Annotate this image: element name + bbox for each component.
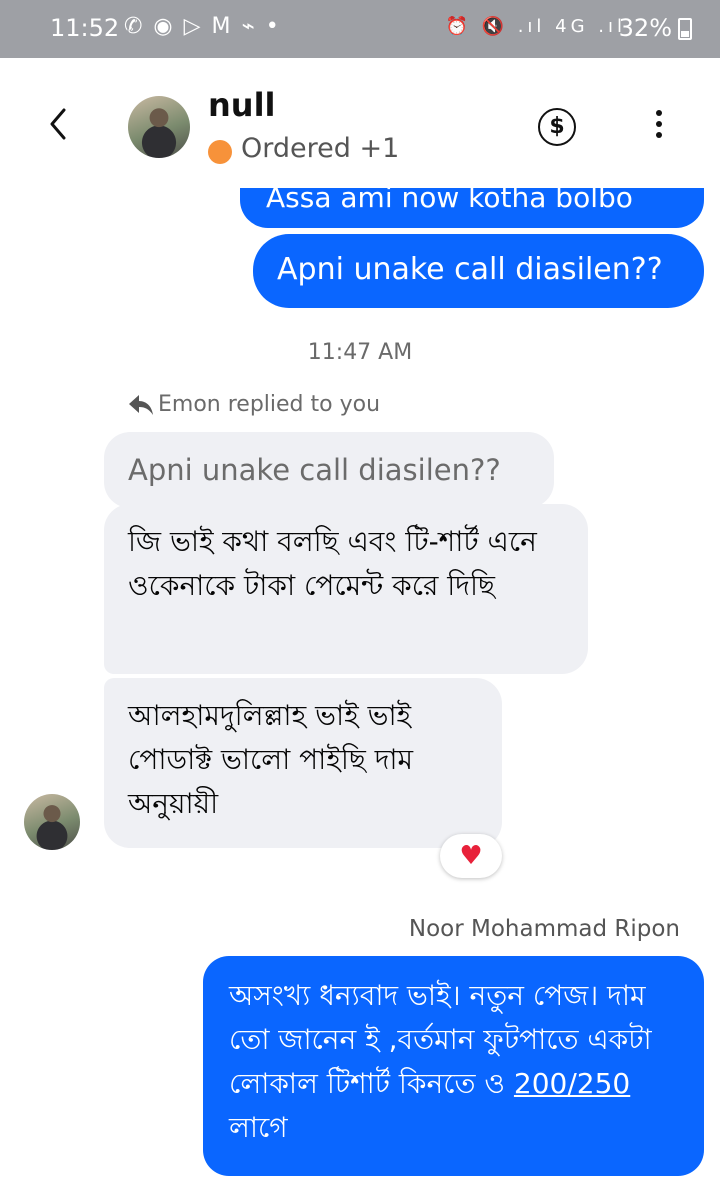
message-incoming[interactable]: আলহামদুলিল্লাহ ভাই ভাই পোডাক্ট ভালো পাইছ…: [104, 678, 502, 848]
avatar[interactable]: [128, 96, 190, 158]
sender-name: Noor Mohammad Ripon: [408, 916, 680, 942]
quoted-message[interactable]: Apni unake call diasilen??: [104, 432, 554, 508]
more-vertical-icon[interactable]: [650, 110, 668, 144]
battery-percent: 32%: [618, 14, 672, 42]
notification-icons: ✆ ◉ ▷ M ⌁ •: [124, 14, 281, 39]
reply-label: Emon replied to you: [128, 392, 380, 417]
message-text-end: লাগে: [229, 1111, 288, 1144]
message-incoming[interactable]: জি ভাই কথা বলছি এবং টি-শার্ট এনে ওকেনাকে…: [104, 504, 588, 674]
message-text: আলহামদুলিল্লাহ ভাই ভাই পোডাক্ট ভালো পাইছ…: [128, 699, 414, 820]
message-text: Apni unake call diasilen??: [277, 252, 663, 287]
message-timestamp: 11:47 AM: [307, 340, 413, 365]
chat-title[interactable]: null: [208, 86, 276, 124]
reply-label-text: Emon replied to you: [158, 392, 381, 417]
sender-avatar[interactable]: [24, 794, 80, 850]
order-status-dot: [208, 140, 232, 164]
message-outgoing[interactable]: অসংখ্য ধন্যবাদ ভাই। নতুন পেজ। দাম তো জান…: [203, 956, 704, 1176]
signal-icons: ⏰ 🔇 .ıl 4G .ıl: [445, 16, 626, 37]
order-status-label[interactable]: Ordered +1: [241, 133, 399, 164]
quoted-text: Apni unake call diasilen??: [128, 453, 501, 487]
dollar-circle-icon[interactable]: $: [538, 108, 576, 146]
heart-reaction-icon[interactable]: ♥: [440, 834, 502, 878]
price-link[interactable]: 200/250: [514, 1067, 630, 1100]
message-text: জি ভাই কথা বলছি এবং টি-শার্ট এনে ওকেনাকে…: [128, 525, 537, 602]
chat-header: null Ordered +1 $: [0, 58, 720, 188]
chevron-left-icon[interactable]: [42, 104, 74, 144]
status-bar: 11:52 ✆ ◉ ▷ M ⌁ • ⏰ 🔇 .ıl 4G .ıl 32%: [0, 0, 720, 58]
message-outgoing[interactable]: Apni unake call diasilen??: [253, 234, 704, 308]
reply-arrow-icon: [129, 395, 153, 415]
battery-icon: [678, 18, 692, 40]
status-time: 11:52: [50, 14, 120, 42]
